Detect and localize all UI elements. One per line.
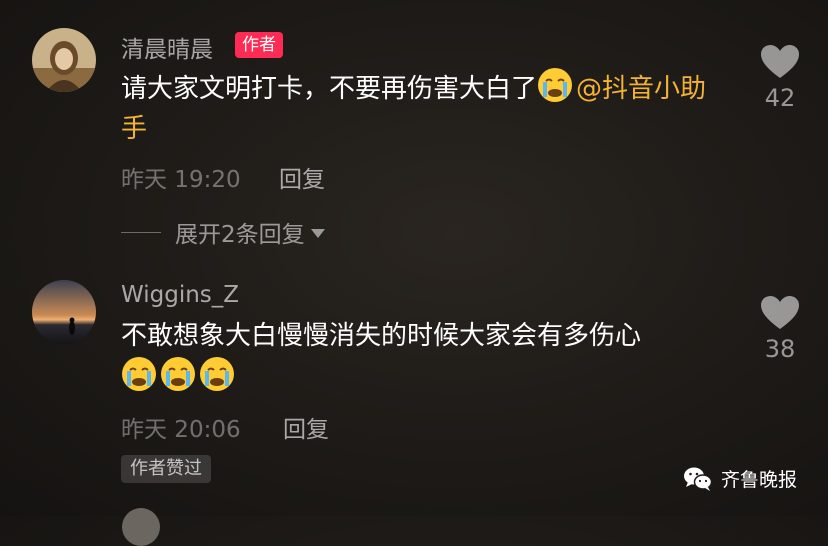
comment-text-content: 不敢想象大白慢慢消失的时候大家会有多伤心: [121, 321, 642, 351]
crying-emoji: [538, 68, 573, 102]
crying-emoji: [200, 357, 234, 391]
like-button[interactable]: 38: [758, 295, 802, 363]
reply-button[interactable]: 回复: [283, 410, 329, 444]
divider: [121, 231, 161, 233]
watermark: 齐鲁晚报: [683, 465, 797, 492]
username[interactable]: Wiggins_Z: [121, 282, 239, 308]
crying-emoji: [122, 357, 156, 391]
caret-down-icon: [310, 229, 325, 238]
like-button[interactable]: 42: [758, 44, 802, 112]
comment-time: 昨天 19:20: [121, 167, 241, 193]
heart-icon: [761, 45, 799, 78]
author-liked-badge: 作者赞过: [121, 455, 211, 483]
comment-text: 请大家文明打卡，不要再伤害大白了 @抖音小助手: [121, 67, 721, 149]
reply-button[interactable]: 回复: [279, 160, 325, 194]
comment-text: 不敢想象大白慢慢消失的时候大家会有多伤心: [121, 316, 721, 398]
author-badge: 作者: [235, 32, 283, 58]
watermark-text: 齐鲁晚报: [721, 469, 798, 491]
expand-replies[interactable]: 展开2条回复: [121, 218, 325, 248]
comment-text-content: 请大家文明打卡，不要再伤害大白了: [121, 74, 538, 104]
expand-label: 展开2条回复: [175, 222, 305, 248]
avatar[interactable]: [32, 280, 96, 344]
like-count: 42: [764, 84, 796, 112]
avatar[interactable]: [32, 28, 96, 92]
crying-emoji: [161, 357, 195, 391]
comment-time: 昨天 20:06: [121, 417, 241, 443]
wechat-icon: [684, 467, 713, 491]
heart-icon: [761, 296, 799, 329]
like-count: 38: [764, 335, 796, 363]
avatar[interactable]: [122, 508, 160, 546]
username[interactable]: 清晨晴晨: [121, 30, 213, 64]
